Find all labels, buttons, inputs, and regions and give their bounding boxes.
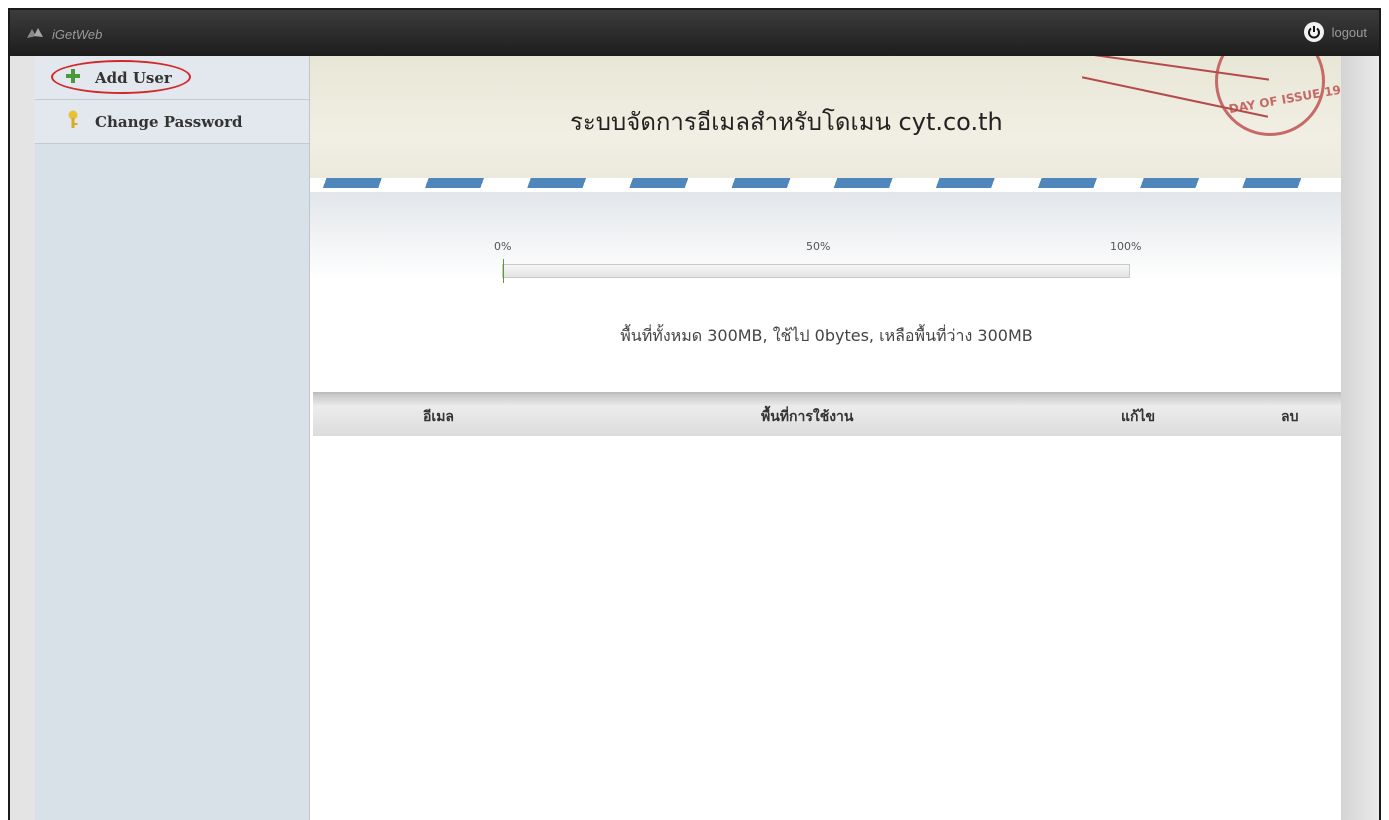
highlight-circle: [51, 60, 191, 94]
sidebar-item-add-user[interactable]: Add User: [35, 56, 309, 100]
sidebar-item-label[interactable]: Change Password: [95, 113, 243, 131]
top-bar: iGetWeb logout: [10, 10, 1379, 56]
column-header-usage: พื้นที่การใช้งาน: [761, 409, 854, 425]
column-header-email: อีเมล: [423, 409, 455, 425]
main-content: DAY OF ISSUE 1969 ระบบจัดการอีเมลสำหรับโ…: [310, 56, 1343, 820]
tick-label: 100%: [1110, 240, 1142, 253]
right-gutter: [1341, 56, 1379, 820]
brand-name: iGetWeb: [52, 26, 103, 42]
tick-label: 50%: [806, 240, 831, 253]
postmark-stamp: DAY OF ISSUE 1969: [1215, 56, 1343, 136]
power-icon[interactable]: [1303, 22, 1324, 42]
column-header-delete: ลบ: [1281, 409, 1299, 425]
sidebar-item-change-password[interactable]: Change Password: [35, 100, 309, 144]
app-window: iGetWeb logout Add User Change Password …: [8, 8, 1381, 820]
table-header: อีเมล พื้นที่การใช้งาน แก้ไข ลบ: [313, 392, 1343, 436]
key-icon: [65, 110, 81, 134]
usage-progress-marker: [503, 259, 504, 283]
recycle-logo-icon: [24, 24, 46, 44]
banner: DAY OF ISSUE 1969 ระบบจัดการอีเมลสำหรับโ…: [310, 56, 1343, 188]
usage-progress-bar: [502, 259, 1130, 283]
logout-button[interactable]: logout: [1303, 22, 1367, 42]
usage-summary: พื้นที่ทั้งหมด 300MB, ใช้ไป 0bytes, เหลื…: [620, 326, 1033, 345]
page-title: ระบบจัดการอีเมลสำหรับโดเมน cyt.co.th: [570, 108, 1003, 136]
column-header-edit: แก้ไข: [1121, 409, 1156, 425]
table-body: [313, 436, 1343, 820]
sidebar: Add User Change Password: [35, 56, 310, 820]
tick-label: 0%: [494, 240, 512, 253]
airmail-stripes: [310, 178, 1343, 188]
brand: iGetWeb: [24, 24, 102, 44]
usage-panel: 0% 50% 100% พื้นที่ทั้งหมด 300MB, ใช้ไป …: [310, 192, 1343, 388]
logout-label[interactable]: logout: [1332, 25, 1367, 40]
